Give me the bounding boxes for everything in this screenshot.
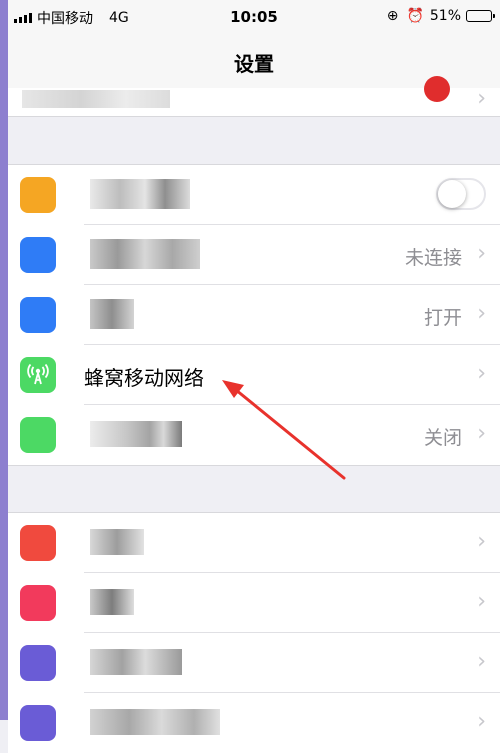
chevron-right-icon: › xyxy=(477,361,486,386)
app-icon-7 xyxy=(20,585,56,621)
pixelated-label xyxy=(90,589,134,615)
settings-screen: 中国移动 4G 10:05 ⊕ ⏰ 51% 设置 › 未连接 › 打开 › 蜂窝… xyxy=(8,0,500,753)
row-value: 关闭 xyxy=(423,427,462,449)
cellular-app-icon xyxy=(20,357,56,393)
settings-row-7[interactable]: › xyxy=(8,573,500,633)
settings-row-6[interactable]: › xyxy=(8,513,500,573)
app-icon-3 xyxy=(20,297,56,333)
alarm-icon: ⏰ xyxy=(406,8,424,24)
app-icon-5 xyxy=(20,417,56,453)
settings-group-apps: › › › › xyxy=(8,512,500,753)
settings-row-2[interactable]: 未连接 › xyxy=(8,225,500,285)
chevron-right-icon: › xyxy=(477,301,486,326)
pixelated-label xyxy=(90,529,144,555)
settings-group-connectivity: 未连接 › 打开 › 蜂窝移动网络 › 关闭 › xyxy=(8,164,500,466)
settings-row-1[interactable] xyxy=(8,165,500,225)
pixelated-label xyxy=(90,649,182,675)
chevron-right-icon: › xyxy=(477,529,486,554)
row-value: 未连接 xyxy=(404,247,462,269)
pixelated-label xyxy=(22,90,170,108)
chevron-right-icon: › xyxy=(477,709,486,734)
battery-icon xyxy=(466,10,495,22)
app-icon-8 xyxy=(20,645,56,681)
page-title: 设置 xyxy=(234,52,274,76)
chevron-right-icon: › xyxy=(477,241,486,266)
settings-row-3[interactable]: 打开 › xyxy=(8,285,500,345)
status-right: ⊕ ⏰ 51% xyxy=(379,8,495,24)
left-edge-strip xyxy=(0,0,8,720)
settings-row-8[interactable]: › xyxy=(8,633,500,693)
status-bar: 中国移动 4G 10:05 ⊕ ⏰ 51% xyxy=(8,0,500,34)
chevron-right-icon: › xyxy=(477,421,486,446)
app-icon-2 xyxy=(20,237,56,273)
chevron-right-icon: › xyxy=(477,649,486,674)
cellular-label: 蜂窝移动网络 xyxy=(84,366,204,390)
pixelated-label xyxy=(90,709,220,735)
pixelated-label xyxy=(90,179,190,209)
row-value: 打开 xyxy=(423,307,462,329)
app-icon-9 xyxy=(20,705,56,741)
settings-row-top[interactable]: › xyxy=(8,76,500,116)
chevron-right-icon: › xyxy=(477,86,486,111)
app-icon-1 xyxy=(20,177,56,213)
settings-row-cellular[interactable]: 蜂窝移动网络 › xyxy=(8,345,500,405)
toggle-knob xyxy=(438,180,466,208)
pixelated-label xyxy=(90,239,200,269)
pixelated-label xyxy=(90,299,134,329)
settings-row-9[interactable]: › xyxy=(8,693,500,753)
chevron-right-icon: › xyxy=(477,589,486,614)
app-icon-6 xyxy=(20,525,56,561)
orientation-lock-icon: ⊕ xyxy=(386,8,399,24)
top-partial-group: › xyxy=(8,76,500,117)
battery-percent: 51% xyxy=(429,8,461,24)
pixelated-label xyxy=(90,421,182,447)
cellular-antenna-icon xyxy=(27,363,49,385)
toggle-switch[interactable] xyxy=(436,178,486,210)
settings-row-5[interactable]: 关闭 › xyxy=(8,405,500,465)
notification-badge xyxy=(424,76,450,102)
